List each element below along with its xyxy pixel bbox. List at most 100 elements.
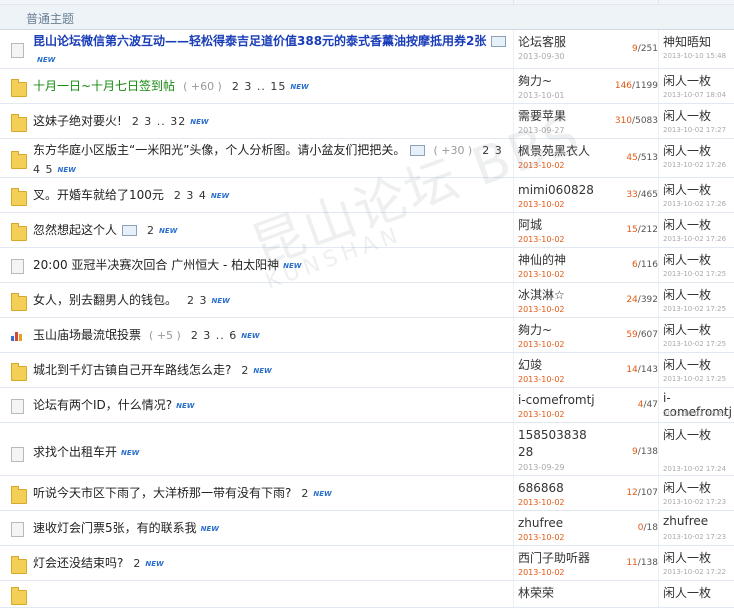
thread-author[interactable]: 686868 bbox=[518, 480, 564, 497]
thread-author[interactable]: i-comefromtj bbox=[518, 392, 595, 409]
topic-doc-icon bbox=[11, 258, 24, 274]
reply-count: 11 bbox=[626, 557, 638, 568]
thread-author[interactable]: 阿城 bbox=[518, 217, 542, 234]
thread-author[interactable]: 枫景苑黑衣人 bbox=[518, 143, 590, 160]
thread-row: 城北到千灯古镇自己开车路线怎么走? 2 NEW 幻竣 2013-10-02 14/143 闲… bbox=[0, 353, 734, 388]
poll-bar-icon bbox=[11, 335, 14, 341]
thread-title-link[interactable]: 东方华庭小区版主“一米阳光”头像，个人分析图。请小盆友们把把关。 bbox=[33, 143, 405, 157]
thread-title-link[interactable]: 这妹子绝对要火! bbox=[33, 114, 122, 128]
thread-author[interactable]: 需要苹果 bbox=[518, 108, 566, 125]
column-divider bbox=[658, 139, 659, 177]
thread-author[interactable]: 林荣荣 bbox=[518, 585, 554, 602]
page-links[interactable]: 2 3 .. 15 bbox=[232, 80, 286, 93]
last-poster[interactable]: 闲人一枚 bbox=[663, 216, 711, 233]
page-links[interactable]: 2 3 .. 6 bbox=[191, 329, 237, 342]
thread-post-date: 2013-10-02 bbox=[518, 161, 565, 170]
thread-title-cell: 求找个出租车开 NEW bbox=[33, 443, 513, 462]
reply-count: 59 bbox=[626, 329, 638, 340]
last-post-time: 2013-10-02 17:25 bbox=[663, 305, 727, 313]
last-poster[interactable]: 闲人一枚 bbox=[663, 251, 711, 268]
new-badge-icon: NEW bbox=[37, 55, 56, 64]
last-post-time: 2013-10-02 17:26 bbox=[663, 235, 727, 243]
last-poster[interactable]: 闲人一枚 bbox=[663, 286, 711, 303]
column-divider bbox=[513, 581, 514, 607]
thread-title-link[interactable]: 城北到千灯古镇自己开车路线怎么走? bbox=[33, 363, 231, 377]
rating-badge: ( +5 ) bbox=[149, 329, 181, 342]
last-poster[interactable]: 闲人一枚 bbox=[663, 107, 711, 124]
view-count: 143 bbox=[640, 364, 658, 375]
thread-title-link[interactable]: 昆山论坛微信第六波互动——轻松得泰吉足道价值388元的泰式香薰油按摩抵用券2张 bbox=[33, 34, 486, 48]
thread-author[interactable]: 夠力~ bbox=[518, 73, 552, 90]
column-divider bbox=[658, 0, 659, 4]
topic-doc-icon bbox=[11, 398, 24, 414]
new-badge-icon: NEW bbox=[253, 366, 272, 375]
folder-icon bbox=[11, 362, 27, 381]
view-count: 18 bbox=[646, 522, 658, 533]
thread-title-link[interactable]: 听说今天市区下雨了，大洋桥那一带有没有下雨? bbox=[33, 486, 291, 500]
last-poster[interactable]: 神知晤知 bbox=[663, 33, 711, 50]
reply-count: 310 bbox=[614, 115, 633, 126]
folder-icon bbox=[11, 113, 27, 132]
new-badge-icon: NEW bbox=[200, 524, 220, 533]
last-poster[interactable]: 闲人一枚 bbox=[663, 72, 711, 89]
thread-title-link[interactable]: 玉山庙场最流氓投票 bbox=[33, 328, 141, 342]
thread-title-link[interactable]: 忽然想起这个人 bbox=[33, 223, 117, 237]
page-links[interactable]: 2 3 bbox=[187, 294, 208, 307]
last-poster[interactable]: zhufree bbox=[663, 514, 708, 528]
last-poster[interactable]: 闲人一枚 bbox=[663, 181, 711, 198]
column-divider bbox=[513, 0, 514, 4]
thread-row: 东方华庭小区版主“一米阳光”头像，个人分析图。请小盆友们把把关。 ( +30 ) 2… bbox=[0, 139, 734, 178]
last-poster[interactable]: 闲人一枚 bbox=[663, 584, 711, 601]
thread-title-link[interactable]: 叉。开婚车就给了100元 bbox=[33, 188, 164, 202]
last-poster[interactable]: 闲人一枚 bbox=[663, 426, 711, 443]
thread-title-link[interactable]: 论坛有两个ID，什么情况? bbox=[33, 398, 172, 412]
thread-author[interactable]: 冰淇淋☆ bbox=[518, 287, 565, 304]
page-links[interactable]: 2 3 .. 32 bbox=[132, 115, 186, 128]
reply-count: 33 bbox=[626, 189, 638, 200]
last-poster[interactable]: 闲人一枚 bbox=[663, 321, 711, 338]
thread-author[interactable]: 神仙的神 bbox=[518, 252, 566, 269]
folder-icon bbox=[11, 292, 27, 311]
last-poster[interactable]: 闲人一枚 bbox=[663, 356, 711, 373]
thread-row: 叉。开婚车就给了100元 2 3 4 NEW mimi060828 2013-10-02… bbox=[0, 178, 734, 213]
column-divider bbox=[513, 423, 514, 475]
thread-row: 速收灯会门票5张，有的联系我 NEW zhufree 2013-10-02 0/18 zh… bbox=[0, 511, 734, 546]
page-links[interactable]: 2 bbox=[241, 364, 249, 377]
thread-author[interactable]: 幻竣 bbox=[518, 357, 542, 374]
column-divider bbox=[513, 104, 514, 138]
reply-view-counts: 11/138 bbox=[626, 557, 658, 568]
thread-title-link[interactable]: 灯会还没结束吗? bbox=[33, 556, 123, 570]
reply-view-counts: 12/107 bbox=[626, 487, 658, 498]
page-links[interactable]: 2 bbox=[133, 557, 141, 570]
page-links[interactable]: 2 bbox=[147, 224, 155, 237]
page-links[interactable]: 2 bbox=[301, 487, 309, 500]
thread-author[interactable]: 西门子助听器 bbox=[518, 550, 590, 567]
last-poster[interactable]: 闲人一枚 bbox=[663, 479, 711, 496]
thread-title-link[interactable]: 十月一日~十月七日签到帖 bbox=[33, 79, 175, 93]
thread-title-cell: 论坛有两个ID，什么情况? NEW bbox=[33, 396, 513, 415]
last-post-time: 2013-10-02 17:24 bbox=[663, 465, 727, 473]
thread-author[interactable]: mimi060828 bbox=[518, 182, 594, 199]
reply-view-counts: 24/392 bbox=[626, 294, 658, 305]
thread-author[interactable]: 论坛客服 bbox=[518, 34, 566, 51]
new-badge-icon: NEW bbox=[211, 296, 230, 305]
thread-author[interactable]: 15850383828 bbox=[518, 427, 590, 461]
thread-title-link[interactable]: 20:00 亚冠半决赛次回合 广州恒大 - 柏太阳神 bbox=[33, 258, 279, 272]
thread-title-link[interactable]: 速收灯会门票5张，有的联系我 bbox=[33, 521, 197, 535]
thread-title-link[interactable]: 女人，别去翻男人的钱包。 bbox=[33, 293, 177, 307]
thread-title-link[interactable]: 求找个出租车开 bbox=[33, 445, 117, 459]
page-links[interactable]: 2 3 4 bbox=[174, 189, 207, 202]
reply-count: 9 bbox=[632, 447, 638, 457]
column-divider bbox=[513, 283, 514, 317]
last-post-time: 2013-10-02 17:23 bbox=[663, 533, 727, 541]
column-divider bbox=[513, 476, 514, 510]
thread-row: 忽然想起这个人 2 NEW 阿城 2013-10-02 15/212 闲人一枚 2013-10… bbox=[0, 213, 734, 248]
thread-post-date: 2013-10-02 bbox=[518, 340, 565, 349]
last-poster[interactable]: 闲人一枚 bbox=[663, 142, 711, 159]
thread-author[interactable]: zhufree bbox=[518, 515, 563, 532]
thread-post-date: 2013-09-29 bbox=[518, 463, 565, 472]
thread-post-date: 2013-10-02 bbox=[518, 568, 565, 577]
thread-author[interactable]: 夠力~ bbox=[518, 322, 552, 339]
folder-icon bbox=[11, 78, 27, 97]
last-poster[interactable]: 闲人一枚 bbox=[663, 549, 711, 566]
